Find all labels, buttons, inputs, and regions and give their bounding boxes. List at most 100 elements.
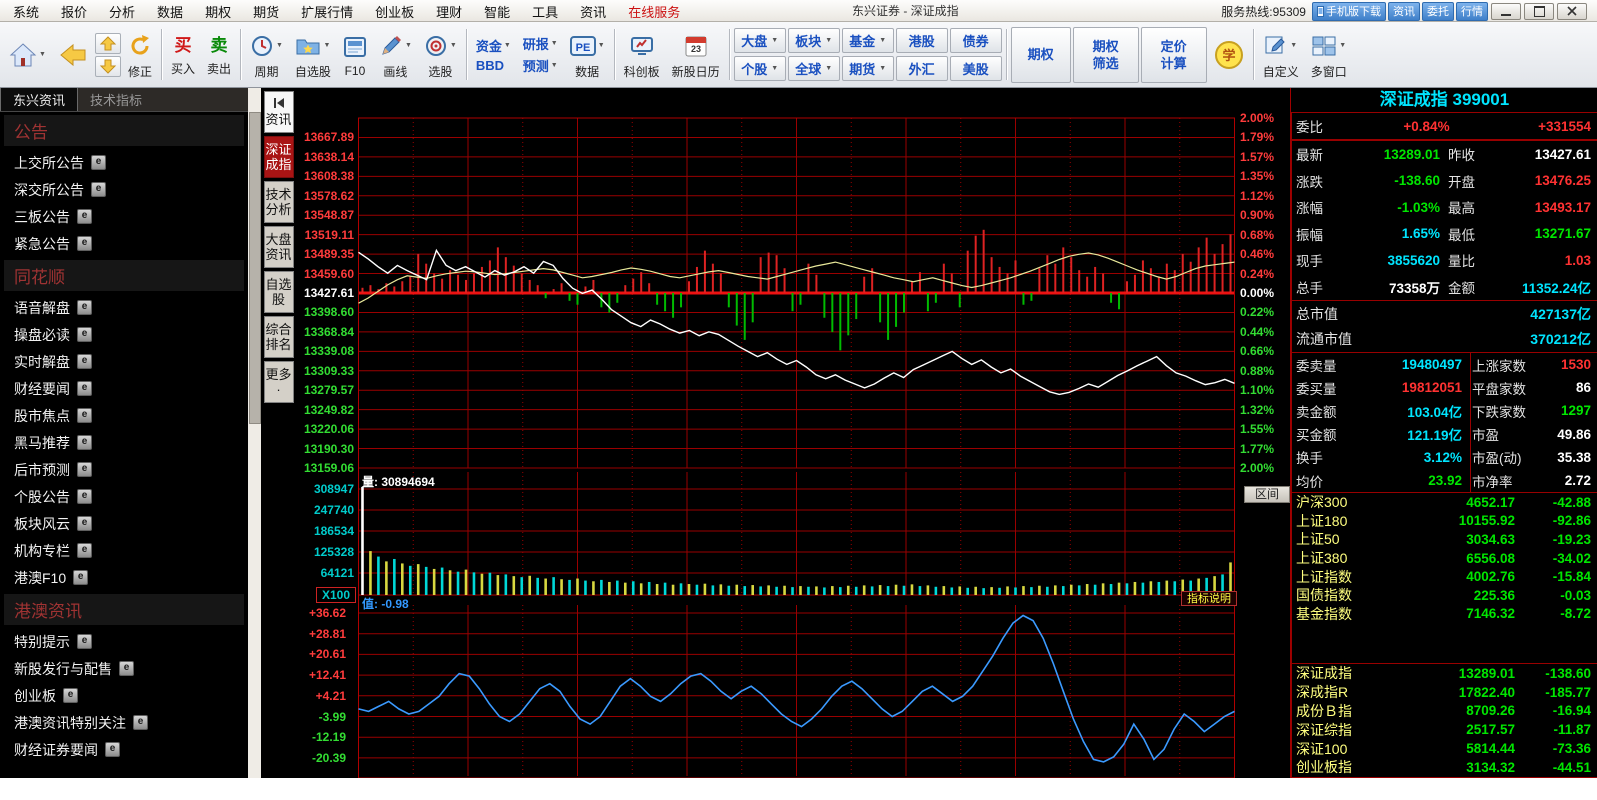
sell-button[interactable]: 卖 卖出 [202,32,236,78]
menu-item-系统[interactable]: 系统 [2,2,50,21]
index-row-深证综指[interactable]: 深证综指2517.57-11.87 [1292,720,1597,739]
star-board-button[interactable]: 科创板 [619,29,665,81]
option-filter-button[interactable]: 期权筛选 [1073,27,1139,83]
menu-item-分析[interactable]: 分析 [98,2,146,21]
index-row-深成指R[interactable]: 深成指R17822.40-185.77 [1292,683,1597,702]
menu-item-创业板[interactable]: 创业板 [364,2,425,21]
index-row-国债指数[interactable]: 国债指数225.36-0.03 [1292,586,1597,605]
menu-item-online-service[interactable]: 在线服务 [617,2,691,21]
sidebar-item-创业板[interactable]: 创业板e [0,682,248,709]
quick-button-0[interactable]: 手机版下载 [1312,2,1386,21]
index-row-深证成指[interactable]: 深证成指13289.01-138.60 [1292,664,1597,683]
scrollbar-thumb[interactable] [249,112,261,424]
bond-button[interactable]: 债券 [950,28,1002,53]
index-row-上证指数[interactable]: 上证指数4002.76-15.84 [1292,567,1597,586]
sidebar-item-港澳F10[interactable]: 港澳F10e [0,564,248,591]
vertical-tab-深证成指[interactable]: 深证成指 [264,136,294,178]
sidebar-item-特别提示[interactable]: 特别提示e [0,628,248,655]
quick-button-1[interactable]: 资讯 [1388,2,1420,21]
vertical-tab-资讯[interactable]: 资讯 [264,91,294,133]
fx-button[interactable]: 外汇 [896,56,948,81]
sidebar-item-上交所公告[interactable]: 上交所公告e [0,149,248,176]
report-button[interactable]: 研报▼ [523,34,558,53]
sidebar-item-港澳资讯特别关注[interactable]: 港澳资讯特别关注e [0,709,248,736]
global-button[interactable]: 全球▼ [788,56,840,81]
draw-button[interactable]: ▼ 画线 [374,29,417,81]
sidebar-item-三板公告[interactable]: 三板公告e [0,203,248,230]
index-row-创业板指[interactable]: 创业板指3134.32-44.51 [1292,758,1597,777]
sidebar-scrollbar[interactable] [248,88,261,778]
index-row-上证180[interactable]: 上证18010155.92-92.86 [1292,512,1597,531]
futures-button[interactable]: 期货▼ [842,56,894,81]
page-down-button[interactable] [95,56,121,77]
forecast-button[interactable]: 预测▼ [523,56,558,75]
sidebar-item-个股公告[interactable]: 个股公告e [0,483,248,510]
sidebar-item-实时解盘[interactable]: 实时解盘e [0,348,248,375]
pricing-button[interactable]: 定价计算 [1141,27,1207,83]
sidebar-item-新股发行与配售[interactable]: 新股发行与配售e [0,655,248,682]
back-button[interactable] [53,38,93,72]
stock-pick-button[interactable]: ▼ 选股 [419,29,462,81]
fund-button[interactable]: 基金▼ [842,28,894,53]
sidebar-tab-东兴资讯[interactable]: 东兴资讯 [0,88,78,111]
bbd-button[interactable]: BBD [476,58,511,73]
market-button[interactable]: 大盘▼ [734,28,786,53]
range-button[interactable]: 区间 [1244,486,1290,503]
sidebar-tab-技术指标[interactable]: 技术指标 [78,88,154,111]
index-row-上证380[interactable]: 上证3806556.08-34.02 [1292,549,1597,568]
menu-item-数据[interactable]: 数据 [146,2,194,21]
sidebar-item-板块风云[interactable]: 板块风云e [0,510,248,537]
period-button[interactable]: ▼ 周期 [245,29,288,81]
sidebar-item-机构专栏[interactable]: 机构专栏e [0,537,248,564]
hk-button[interactable]: 港股 [896,28,948,53]
vertical-tab-大盘资讯[interactable]: 大盘资讯 [264,226,294,268]
menu-item-报价[interactable]: 报价 [50,2,98,21]
us-button[interactable]: 美股 [950,56,1002,81]
index-row-沪深300[interactable]: 沪深3004652.17-42.88 [1292,493,1597,512]
ipo-calendar-button[interactable]: 23 新股日历 [667,29,725,81]
sector-button[interactable]: 板块▼ [788,28,840,53]
time-share-chart[interactable] [296,88,1290,778]
menu-item-工具[interactable]: 工具 [521,2,569,21]
menu-item-期权[interactable]: 期权 [194,2,242,21]
vertical-tab-技术分析[interactable]: 技术分析 [264,181,294,223]
index-row-成份Ｂ指[interactable]: 成份Ｂ指8709.26-16.94 [1292,702,1597,721]
restore-button[interactable] [1524,3,1554,20]
sidebar-item-股市焦点[interactable]: 股市焦点e [0,402,248,429]
quick-button-3[interactable]: 行情 [1456,2,1488,21]
sidebar-item-财经要闻[interactable]: 财经要闻e [0,375,248,402]
sidebar-item-财经证券要闻[interactable]: 财经证券要闻e [0,736,248,763]
watchlist-button[interactable]: ▼ 自选股 [290,29,336,81]
funds-button[interactable]: 资金▼ [476,36,511,55]
menu-item-理财[interactable]: 理财 [425,2,473,21]
page-up-button[interactable] [95,33,121,54]
index-row-深证100[interactable]: 深证1005814.44-73.36 [1292,739,1597,758]
buy-button[interactable]: 买 买入 [166,32,200,78]
minimize-button[interactable] [1491,3,1521,20]
menu-item-资讯[interactable]: 资讯 [569,2,617,21]
home-button[interactable]: ▼ [4,38,51,72]
stock-button[interactable]: 个股▼ [734,56,786,81]
vertical-tab-综合排名[interactable]: 综合排名 [264,316,294,358]
f10-button[interactable]: F10 [338,30,372,79]
vertical-tab-自选股[interactable]: 自选股 [264,271,294,313]
index-row-基金指数[interactable]: 基金指数7146.32-8.72 [1292,605,1597,624]
correct-button[interactable]: 修正 [123,29,157,81]
close-button[interactable] [1557,3,1587,20]
menu-item-智能[interactable]: 智能 [473,2,521,21]
learn-button[interactable]: 学 [1209,39,1249,71]
index-row-上证50[interactable]: 上证503034.63-19.23 [1292,530,1597,549]
menu-item-扩展行情[interactable]: 扩展行情 [290,2,364,21]
option-button[interactable]: 期权 [1011,27,1071,83]
multiwindow-button[interactable]: ▼ 多窗口 [1306,29,1352,81]
vertical-tab-更多·[interactable]: 更多· [264,361,294,403]
quick-button-2[interactable]: 委托 [1422,2,1454,21]
menu-item-期货[interactable]: 期货 [242,2,290,21]
indicator-help-link[interactable]: 指标说明 [1181,591,1237,606]
sidebar-item-黑马推荐[interactable]: 黑马推荐e [0,429,248,456]
sidebar-item-后市预测[interactable]: 后市预测e [0,456,248,483]
sidebar-item-深交所公告[interactable]: 深交所公告e [0,176,248,203]
sidebar-item-紧急公告[interactable]: 紧急公告e [0,230,248,257]
pe-data-button[interactable]: PE▼ 数据 [565,29,610,81]
sidebar-item-语音解盘[interactable]: 语音解盘e [0,294,248,321]
